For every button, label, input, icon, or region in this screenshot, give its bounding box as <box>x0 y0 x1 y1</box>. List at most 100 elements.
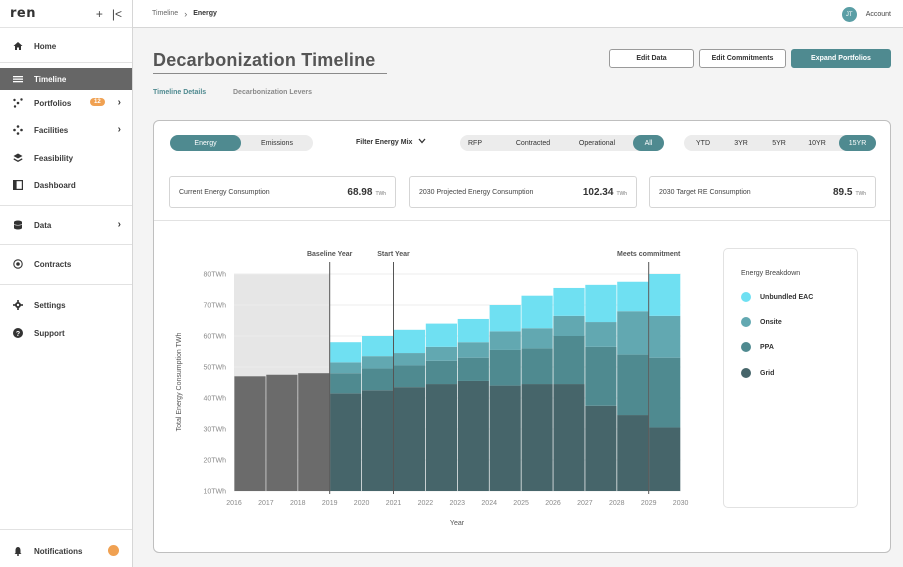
legend-label: Grid <box>760 369 775 377</box>
logo: ren <box>10 6 36 21</box>
bar-segment-unbundled-eac <box>585 284 617 323</box>
sidebar-item-facilities[interactable]: Facilities › <box>0 119 132 141</box>
sidebar: ren + |< Home Timeline Portfolios 12 › F… <box>0 0 133 567</box>
bar-segment-onsite <box>553 315 585 336</box>
tab-decarbonization-levers[interactable]: Decarbonization Levers <box>233 89 312 96</box>
tab-operational[interactable]: Operational <box>566 135 628 151</box>
chevron-right-icon[interactable]: › <box>118 97 121 108</box>
marker-label: Start Year <box>377 251 410 258</box>
topbar: Timeline › Energy JT Account <box>133 0 903 28</box>
bar-segment-onsite <box>585 322 617 347</box>
historical-bar <box>234 376 266 491</box>
x-axis-label: Year <box>450 520 465 527</box>
sidebar-item-settings[interactable]: Settings <box>0 294 132 316</box>
tab-contracted[interactable]: Contracted <box>504 135 562 151</box>
legend-item-onsite[interactable]: Onsite <box>741 317 782 327</box>
legend-swatch <box>741 317 751 327</box>
sidebar-item-support[interactable]: ? Support <box>0 322 132 344</box>
legend-item-grid[interactable]: Grid <box>741 368 774 378</box>
sidebar-item-label: Notifications <box>34 546 83 556</box>
x-tick-label: 2022 <box>418 500 434 507</box>
database-icon <box>12 219 24 231</box>
stat-unit: TWh <box>855 190 866 197</box>
sidebar-item-data[interactable]: Data › <box>0 214 132 236</box>
y-tick-label: 10TWh <box>203 489 226 496</box>
tab-ytd[interactable]: YTD <box>684 135 722 151</box>
portfolio-icon <box>12 97 24 109</box>
tab-10yr[interactable]: 10YR <box>798 135 836 151</box>
x-tick-label: 2019 <box>322 500 338 507</box>
x-tick-label: 2025 <box>513 500 529 507</box>
tab-all[interactable]: All <box>633 135 664 151</box>
help-icon: ? <box>12 327 24 339</box>
legend-item-unbundled-eac[interactable]: Unbundled EAC <box>741 292 813 302</box>
legend-label: Unbundled EAC <box>760 293 814 301</box>
marker-label: Baseline Year <box>307 251 353 258</box>
stat-target-re-consumption: 2030 Target RE Consumption 89.5 TWh <box>649 176 876 208</box>
timeline-icon <box>12 73 24 85</box>
sidebar-item-home[interactable]: Home <box>0 35 132 57</box>
expand-portfolios-button[interactable]: Expand Portfolios <box>791 49 891 68</box>
bar-segment-grid <box>553 384 585 491</box>
bar-segment-ppa <box>585 346 617 406</box>
add-icon[interactable]: + <box>96 7 103 21</box>
y-tick-label: 50TWh <box>203 365 226 372</box>
sidebar-item-timeline[interactable]: Timeline <box>0 68 132 90</box>
account-menu[interactable]: JT Account <box>841 7 891 22</box>
y-tick-label: 20TWh <box>203 458 226 465</box>
sidebar-item-label: Timeline <box>34 74 67 84</box>
energy-timeline-chart: Baseline Year Start Year Meets commitment … <box>176 251 689 527</box>
x-tick-label: 2030 <box>673 500 689 507</box>
sidebar-item-notifications[interactable]: Notifications <box>0 540 132 562</box>
sidebar-item-label: Support <box>34 328 65 338</box>
sidebar-item-portfolios[interactable]: Portfolios 12 › <box>0 92 132 114</box>
sidebar-item-contracts[interactable]: Contracts <box>0 253 132 275</box>
bar-segment-onsite <box>617 311 649 355</box>
legend-swatch <box>741 368 751 378</box>
sidebar-item-feasibility[interactable]: Feasibility <box>0 147 132 169</box>
chevron-right-icon[interactable]: › <box>118 124 121 135</box>
notification-dot <box>108 545 119 556</box>
x-tick-label: 2017 <box>258 500 274 507</box>
tab-emissions[interactable]: Emissions <box>241 135 313 151</box>
edit-commitments-button[interactable]: Edit Commitments <box>699 49 786 68</box>
sidebar-item-label: Settings <box>34 300 66 310</box>
tab-energy[interactable]: Energy <box>170 135 241 151</box>
bar-segment-grid <box>425 384 457 491</box>
bar-segment-ppa <box>393 365 426 388</box>
x-tick-label: 2028 <box>609 500 625 507</box>
account-label[interactable]: Account <box>866 11 891 18</box>
x-tick-label: 2018 <box>290 500 306 507</box>
bar-segment-onsite <box>457 342 489 358</box>
dashboard-icon <box>12 179 24 191</box>
stat-unit: TWh <box>616 190 627 197</box>
chevron-right-icon[interactable]: › <box>118 219 121 230</box>
sidebar-item-dashboard[interactable]: Dashboard <box>0 174 132 196</box>
tab-5yr[interactable]: 5YR <box>760 135 798 151</box>
bar-segment-ppa <box>521 348 553 385</box>
bar-segment-onsite <box>425 346 457 361</box>
sidebar-item-label: Feasibility <box>34 153 74 163</box>
home-icon <box>12 40 24 52</box>
bar-segment-grid <box>362 390 394 491</box>
legend-label: Onsite <box>760 318 782 326</box>
tab-15yr[interactable]: 15YR <box>839 135 876 151</box>
breadcrumb-item[interactable]: Timeline <box>152 10 178 17</box>
energy-mix-toggle: RFP Contracted Operational All <box>460 135 664 151</box>
filter-energy-mix-dropdown[interactable]: Filter Energy Mix <box>356 138 426 146</box>
sidebar-item-label: Home <box>34 41 57 51</box>
tab-3yr[interactable]: 3YR <box>722 135 760 151</box>
tab-timeline-details[interactable]: Timeline Details <box>153 89 206 96</box>
legend-item-ppa[interactable]: PPA <box>741 342 774 352</box>
bar-segment-grid <box>617 415 649 491</box>
tab-rfp[interactable]: RFP <box>460 135 490 151</box>
bar-segment-grid <box>521 384 553 491</box>
y-tick-label: 40TWh <box>203 396 226 403</box>
bar-segment-grid <box>393 387 426 491</box>
edit-data-button[interactable]: Edit Data <box>609 49 694 68</box>
legend-swatch <box>741 342 751 352</box>
avatar[interactable]: JT <box>841 7 857 22</box>
bar-segment-grid <box>585 405 617 491</box>
collapse-sidebar-icon[interactable]: |< <box>112 7 122 21</box>
page-title: Decarbonization Timeline <box>153 50 376 70</box>
